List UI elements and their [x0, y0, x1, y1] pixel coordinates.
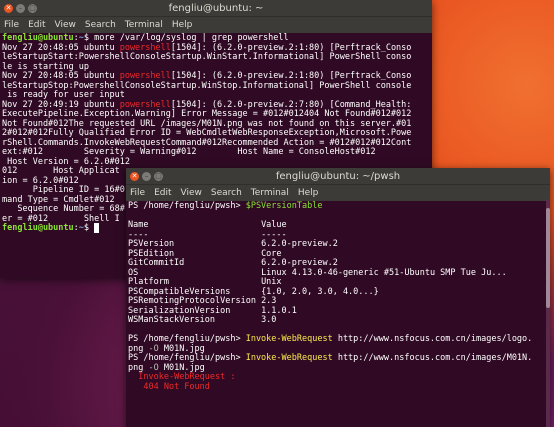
text-cursor [94, 223, 100, 233]
syslog-line: mand Type = Cmdlet#012 [2, 194, 115, 205]
prompt-path: ~ [78, 33, 84, 43]
window-title: fengliu@ubuntu: ~ [168, 2, 264, 14]
menu-edit[interactable]: Edit [28, 20, 45, 30]
table-row: PSRemotingProtocolVersion 2.3 [128, 296, 277, 306]
syslog-line: is ready for user input [2, 90, 125, 100]
highlight-match: powershell [119, 42, 171, 53]
syslog-line: leStartupStart:PowershellConsoleStartup.… [2, 52, 412, 62]
table-row: GitCommitId 6.2.0-preview.2 [128, 258, 338, 268]
version-table: Name Value ---- ----- PSVersion 6.2.0-pr… [128, 220, 507, 325]
syslog-line: Pipeline ID = 16#01 [2, 185, 130, 195]
terminal-window-pwsh[interactable]: ✕ – □ fengliu@ubuntu: ~/pwsh File Edit V… [126, 168, 550, 427]
menu-terminal[interactable]: Terminal [251, 188, 289, 198]
table-row: WSManStackVersion 3.0 [128, 315, 277, 325]
menu-help[interactable]: Help [172, 20, 193, 30]
table-row: PSVersion 6.2.0-preview.2 [128, 239, 338, 249]
prompt-user: fengliu@ubuntu [2, 33, 74, 43]
table-row: PSCompatibleVersions {1.0, 2.0, 3.0, 4.0… [128, 286, 379, 297]
syslog-line: er = #012 Shell I [2, 213, 120, 224]
syslog-line: Nov 27 20:48:05 ubuntu powershell[1504]:… [2, 71, 412, 81]
terminal-output[interactable]: PS /home/fengliu/pwsh> $PSVersionTable N… [126, 201, 550, 393]
command-text: $PSVersionTable [245, 201, 323, 211]
close-icon[interactable]: ✕ [4, 3, 13, 13]
syslog-line: Host Version = 6.2.0#012 [2, 156, 130, 167]
command-text: Invoke-WebRequest [245, 334, 333, 344]
menu-help[interactable]: Help [298, 188, 319, 198]
table-header-rule: ---- ----- [128, 229, 287, 240]
menu-view[interactable]: View [181, 188, 202, 198]
scrollbar[interactable] [546, 200, 550, 427]
syslog-line: le is starting up [2, 61, 89, 72]
syslog-line: ext:#012 Severity = Warning#012 Host Nam… [2, 147, 376, 157]
title-bar[interactable]: ✕ – □ fengliu@ubuntu: ~/pwsh [126, 168, 550, 184]
menu-bar: File Edit View Search Terminal Help [0, 16, 432, 33]
table-row: PSEdition Core [128, 248, 282, 259]
ps-prompt-line: PS /home/fengliu/pwsh> $PSVersionTable [128, 201, 323, 211]
ps-prompt-line: PS /home/fengliu/pwsh> Invoke-WebRequest… [128, 353, 533, 373]
window-title: fengliu@ubuntu: ~/pwsh [275, 170, 401, 182]
syslog-line: ion = 6.2.0#012 [2, 175, 79, 186]
menu-bar: File Edit View Search Terminal Help [126, 184, 550, 201]
table-row: Platform Unix [128, 277, 282, 287]
syslog-line: leStartupStop:PowershellConsoleStartup.W… [2, 80, 412, 91]
syslog-line: 2#012#012Fully Qualified Error ID = WebC… [2, 128, 412, 138]
menu-search[interactable]: Search [211, 188, 242, 198]
syslog-line: ExecutePipeline.Exception.Warning] Error… [2, 109, 412, 119]
maximize-icon[interactable]: □ [154, 171, 163, 181]
syslog-line: Sequence Number = 68# [2, 204, 125, 214]
syslog-line: Nov 27 20:48:05 ubuntu powershell[1504]:… [2, 42, 412, 53]
table-row: OS Linux 4.13.0-46-generic #51-Ubuntu SM… [128, 267, 507, 278]
syslog-line: Not Found#012The requested URL /images/M… [2, 118, 412, 129]
ps-prompt-line: PS /home/fengliu/pwsh> Invoke-WebRequest… [128, 334, 533, 354]
command-text: more /var/log/syslog | grep powershell [94, 33, 289, 43]
menu-file[interactable]: File [4, 20, 19, 30]
prompt-line-current[interactable]: fengliu@ubuntu:~$ [2, 223, 100, 233]
menu-search[interactable]: Search [85, 20, 116, 30]
close-icon[interactable]: ✕ [130, 171, 139, 181]
prompt-line: fengliu@ubuntu:~$ more /var/log/syslog |… [2, 33, 289, 43]
menu-edit[interactable]: Edit [154, 188, 171, 198]
highlight-match: powershell [119, 99, 171, 110]
syslog-line: rShell.Commands.InvokeWebRequestCommand#… [2, 137, 412, 148]
table-header: Name Value [128, 220, 287, 230]
minimize-icon[interactable]: – [142, 171, 151, 181]
command-text: Invoke-WebRequest [245, 353, 333, 363]
menu-view[interactable]: View [55, 20, 76, 30]
title-bar[interactable]: ✕ – □ fengliu@ubuntu: ~ [0, 0, 432, 16]
menu-terminal[interactable]: Terminal [125, 20, 163, 30]
syslog-line: Nov 27 20:49:19 ubuntu powershell[1504]:… [2, 99, 412, 110]
minimize-icon[interactable]: – [16, 3, 25, 13]
menu-file[interactable]: File [130, 188, 145, 198]
syslog-line: 012 Host Applicat [2, 166, 120, 176]
error-message: Invoke-WebRequest : 404 Not Found [138, 372, 236, 392]
table-row: SerializationVersion 1.1.0.1 [128, 305, 297, 316]
highlight-match: powershell [119, 71, 171, 81]
scrollbar-thumb[interactable] [546, 208, 550, 308]
maximize-icon[interactable]: □ [28, 3, 37, 13]
